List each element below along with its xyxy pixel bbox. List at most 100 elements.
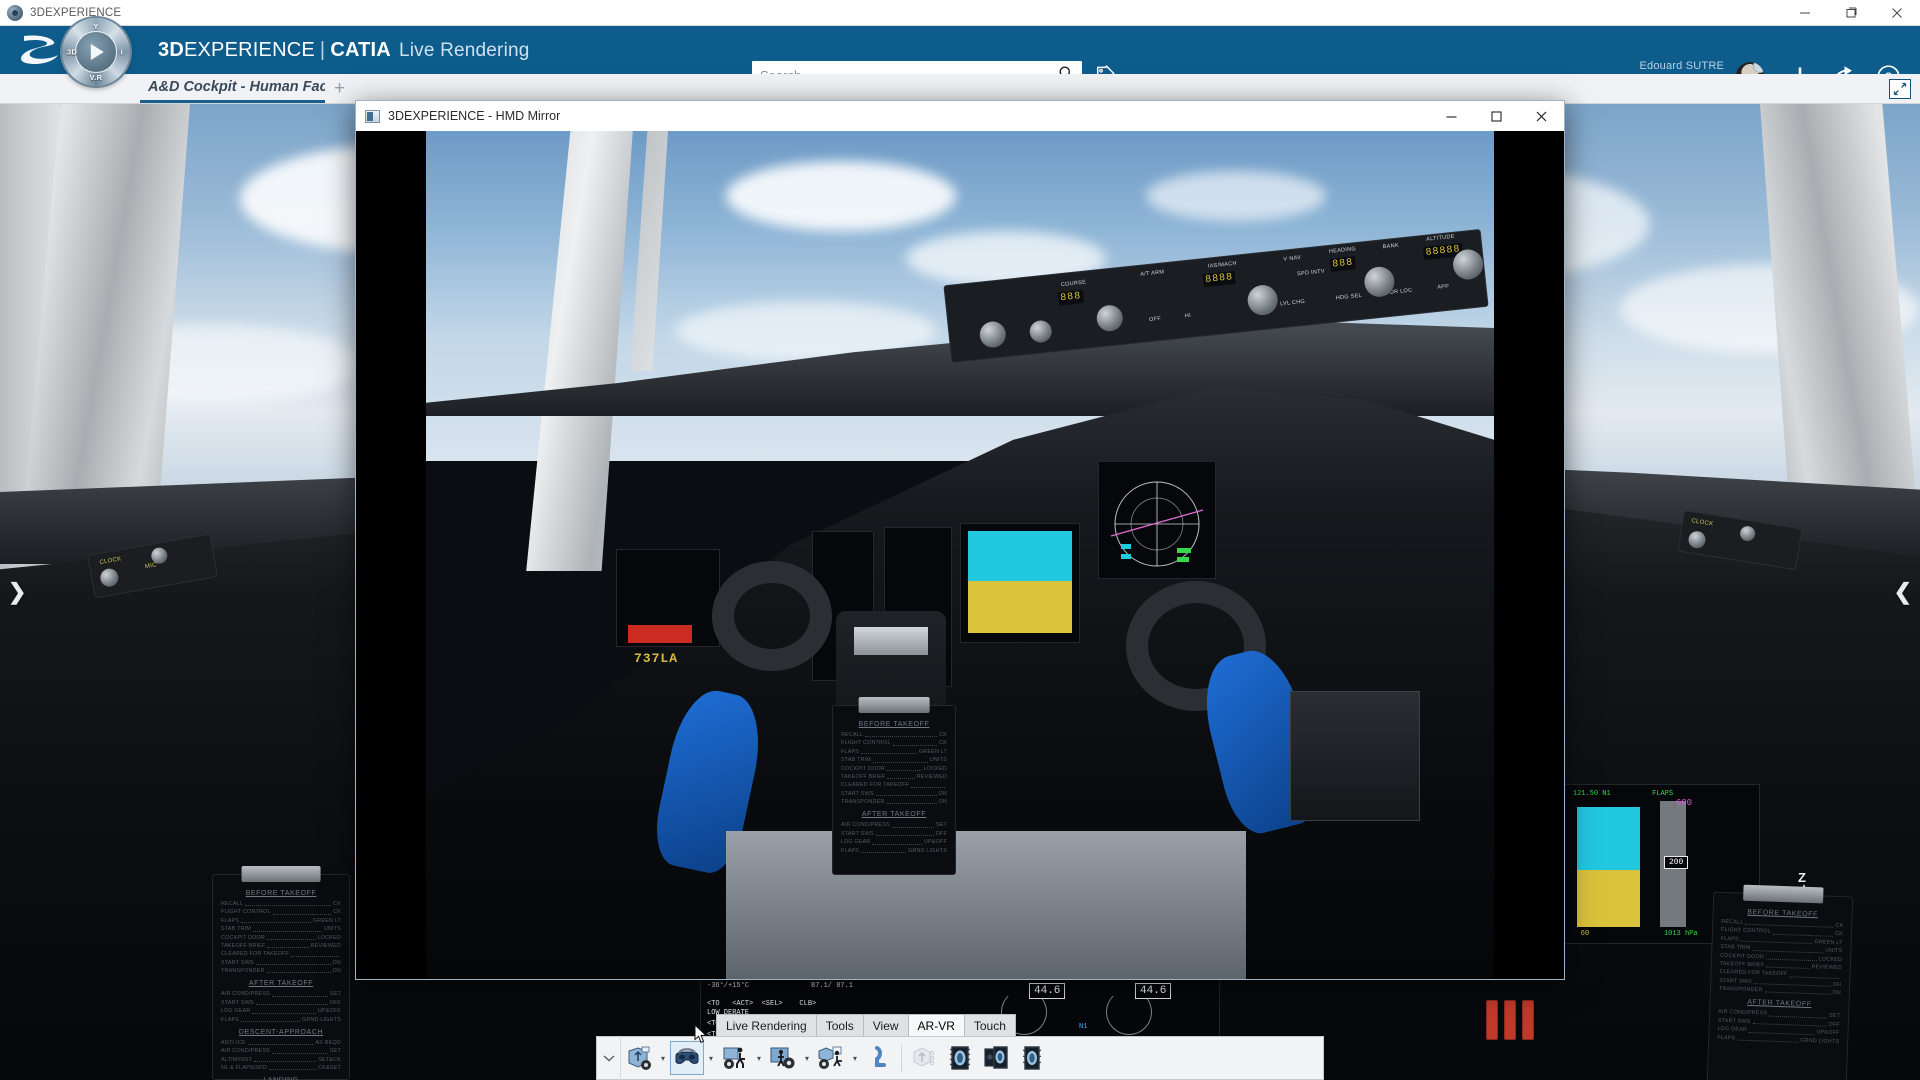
- mcp-label-spd-intv: SPD INTV: [1296, 268, 1326, 278]
- app-brand: 3DEXPERIENCE | CATIA Live Rendering: [158, 39, 530, 62]
- compass-label-east: i: [120, 47, 123, 57]
- checklist-dot-leader: [1737, 1034, 1799, 1043]
- checklist-dot-leader: [247, 1039, 314, 1046]
- checklist-item: FLAPS GRND LIGHTS: [841, 847, 947, 855]
- checklist-item: FLAPS GREEN LT: [221, 917, 341, 925]
- checklist-body: BEFORE TAKEOFF RECALL CK FLIGHT CONTROL CK FL…: [841, 721, 947, 855]
- checklist-item-label: FLIGHT CONTROL: [221, 909, 271, 916]
- toolbar-tab-live-rendering[interactable]: Live Rendering: [716, 1014, 817, 1036]
- toolbar-tab-tools[interactable]: Tools: [815, 1014, 864, 1036]
- toolbar-tab-ar-vr[interactable]: AR-VR: [907, 1014, 965, 1036]
- brand-suffix: EXPERIENCE: [183, 38, 315, 61]
- hmd-window-titlebar[interactable]: 3DEXPERIENCE - HMD Mirror: [356, 101, 1564, 131]
- immersive-setup-icon[interactable]: [622, 1041, 656, 1075]
- checklist-item-value: CK: [1834, 931, 1844, 938]
- knob: [1739, 525, 1757, 543]
- checklist-item: RECALL CK: [221, 900, 341, 908]
- mirror-panel-icon[interactable]: [943, 1041, 977, 1075]
- knob: [1028, 319, 1053, 344]
- checklist-dot-leader: [271, 990, 328, 997]
- checklist-item-label: FLAPS: [1717, 1034, 1736, 1041]
- n1-value-right: 44.6: [1135, 983, 1172, 999]
- close-icon[interactable]: [1874, 0, 1920, 26]
- cockpit-floor: [726, 831, 1246, 979]
- checklist-item: STAB TRIM UNITS: [221, 925, 341, 933]
- checklist-item-label: ANTI-ICE: [221, 1039, 246, 1046]
- close-icon[interactable]: [1519, 101, 1564, 131]
- tab-ad-cockpit-human-factors[interactable]: A&D Cockpit - Human Fac: [140, 74, 325, 103]
- checklist-dot-leader: [865, 731, 938, 738]
- cloud: [726, 161, 956, 231]
- user-cube-settings-icon[interactable]: [814, 1041, 848, 1075]
- collapse-expand-icon[interactable]: [1889, 79, 1911, 99]
- maximize-icon[interactable]: [1828, 0, 1874, 26]
- checklist-item-value: SET: [935, 822, 947, 829]
- dropdown-caret[interactable]: ▾: [753, 1041, 765, 1075]
- checklist-dot-leader: [887, 773, 915, 780]
- add-tab-button[interactable]: +: [334, 78, 345, 103]
- checklist-item: ANTI-ICE AS REQD: [221, 1039, 341, 1047]
- checklist-dot-leader: [255, 999, 328, 1006]
- dropdown-caret[interactable]: ▾: [657, 1041, 669, 1075]
- checklist-item: START SWS OFF: [841, 830, 947, 838]
- viewport-nav-right[interactable]: ❮: [1894, 579, 1912, 605]
- checklist-item-value: GRND LIGHTS: [301, 1016, 341, 1023]
- vr-headset-icon[interactable]: [670, 1041, 704, 1075]
- seated-user-settings-icon[interactable]: [718, 1041, 752, 1075]
- dropdown-caret[interactable]: ▾: [705, 1041, 717, 1075]
- maximize-icon[interactable]: [1474, 101, 1519, 131]
- checklist-dot-leader: [1772, 928, 1834, 937]
- dropdown-caret[interactable]: ▾: [849, 1041, 861, 1075]
- checklist-dot-leader: [1789, 970, 1840, 979]
- mirror-panel-single-icon[interactable]: [1015, 1041, 1049, 1075]
- 3dexperience-compass[interactable]: Y 3D i V.R: [62, 18, 130, 86]
- chevron-down-icon[interactable]: [597, 1036, 621, 1080]
- seat-icon[interactable]: [862, 1041, 896, 1075]
- checklist-item-label: START SWS: [221, 999, 254, 1006]
- os-window-controls: [1782, 0, 1920, 26]
- hmd-mirror-window[interactable]: 3DEXPERIENCE - HMD Mirror COURSE 888 A/T…: [355, 100, 1565, 980]
- compass-label-north: Y: [93, 22, 99, 31]
- checklist-item: STAB TRIM UNITS: [841, 756, 947, 764]
- checklist-item: START SWS ON: [221, 959, 341, 967]
- checklist-item-label: COCKPIT DOOR: [221, 934, 265, 941]
- checklist-item-label: STAB TRIM: [841, 757, 872, 764]
- checklist-item-value: GREEN LT: [312, 917, 341, 924]
- cube-arrow-icon[interactable]: [907, 1041, 941, 1075]
- checklist-item: FLAPS GRND LIGHTS: [221, 1016, 341, 1024]
- app-name: CATIA: [330, 38, 391, 61]
- clipboard-clamp: [241, 866, 321, 882]
- mcp-heading-value: 888: [1329, 256, 1356, 272]
- checklist-dot-leader: [241, 1016, 300, 1022]
- fire-handle: [1504, 1000, 1516, 1040]
- checklist-dot-leader: [872, 838, 922, 845]
- mcp-label-app: APP: [1437, 283, 1450, 291]
- mcp-label-ias-mach: IAS/MACH: [1207, 260, 1238, 270]
- checklist-dot-leader: [1753, 977, 1831, 987]
- checklist-dot-leader: [1768, 1010, 1828, 1019]
- mcp-course-value: 888: [1057, 289, 1085, 306]
- checklist-dot-leader: [875, 790, 937, 796]
- checklist-item-value: LOCKED: [923, 765, 947, 772]
- os-window-titlebar: 3DEXPERIENCE: [0, 0, 1920, 26]
- checklist-section-title: AFTER TAKEOFF: [248, 980, 314, 988]
- checklist-item-value: OFF: [329, 999, 341, 1006]
- checklist-item-label: CLEARED FOR TAKEOFF: [841, 782, 909, 789]
- checklist-dot-leader: [254, 1056, 317, 1062]
- minimize-icon[interactable]: [1782, 0, 1828, 26]
- checklist-item-value: GREEN LT: [918, 748, 947, 755]
- speed-readout: 301: [1580, 920, 1594, 929]
- hmd-window-icon: [365, 109, 380, 123]
- minimize-icon[interactable]: [1429, 101, 1474, 131]
- dropdown-caret[interactable]: ▾: [801, 1041, 813, 1075]
- toolbar-tab-view[interactable]: View: [862, 1014, 909, 1036]
- checklist-dot-leader: [253, 925, 322, 932]
- viewport-nav-left[interactable]: ❯: [8, 579, 26, 605]
- hmd-render-area[interactable]: COURSE 888 A/T ARM IAS/MACH 8888 V NAV H…: [426, 131, 1494, 979]
- hmd-mirror-viewport[interactable]: COURSE 888 A/T ARM IAS/MACH 8888 V NAV H…: [356, 131, 1564, 979]
- compass-dial[interactable]: Y 3D i V.R: [62, 18, 130, 86]
- checklist-item-value: SET: [329, 1048, 341, 1055]
- mirror-panel-dual-icon[interactable]: [979, 1041, 1013, 1075]
- toolbar-tab-touch[interactable]: Touch: [963, 1014, 1016, 1036]
- screen-settings-icon[interactable]: [766, 1041, 800, 1075]
